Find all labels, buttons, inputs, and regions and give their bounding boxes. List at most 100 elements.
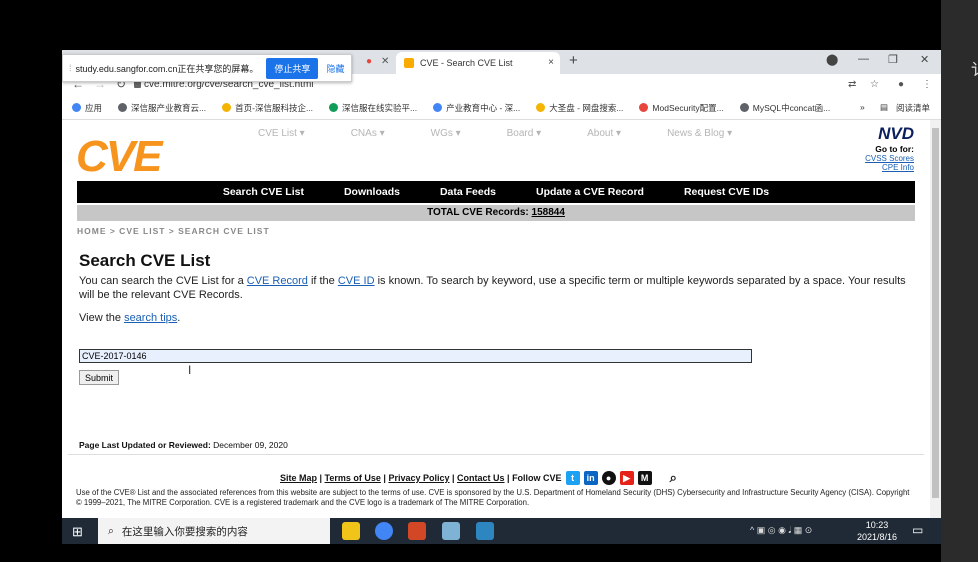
total-label: TOTAL CVE Records: — [427, 207, 529, 218]
stop-share-button[interactable]: 停止共享 — [266, 57, 319, 79]
system-tray[interactable]: ^ ▣ ◎ ◉ 𝅘𝅥 ▦ ⊙ — [750, 525, 812, 536]
cvss-scores-link[interactable]: CVSS Scores — [856, 154, 914, 163]
bookmark-item[interactable]: 大圣盘 - 网盘搜索... — [536, 102, 623, 114]
bookmark-star-icon[interactable]: ☆ — [870, 79, 879, 90]
cve-logo[interactable]: CVE — [76, 132, 162, 182]
mainnav-item[interactable]: Request CVE IDs — [684, 186, 769, 198]
minimize-icon[interactable]: — — [858, 53, 869, 65]
notification-icon[interactable]: ▭ — [912, 523, 923, 537]
page-content: CVE CVE List ▾ CNAs ▾ WGs ▾ Board ▾ About ▾ N… — [62, 120, 930, 518]
mainnav-item[interactable]: Data Feeds — [440, 186, 496, 198]
total-records: TOTAL CVE Records: 158844 — [77, 205, 915, 221]
bookmark-item[interactable]: 应用 — [72, 102, 102, 114]
page-title: Search CVE List — [79, 251, 211, 270]
clock-time: 10:23 — [865, 520, 889, 530]
bookmark-label: 大圣盘 - 网盘搜索... — [549, 102, 624, 113]
view-tips-text: View the — [79, 312, 125, 324]
contact-link[interactable]: Contact Us — [457, 473, 505, 483]
mainnav-item[interactable]: Update a CVE Record — [536, 186, 644, 198]
hide-share-button[interactable]: 隐藏 — [326, 62, 344, 75]
main-nav: Search CVE List Downloads Data Feeds Update… — [77, 181, 915, 203]
bookmark-item[interactable]: 首页-深信服科技企... — [222, 102, 313, 114]
nvd-box: NVD Go to for: CVSS Scores CPE Info — [856, 124, 914, 172]
search-tips-link[interactable]: search tips — [124, 312, 177, 324]
total-value[interactable]: 158844 — [532, 207, 565, 218]
last-updated: Page Last Updated or Reviewed: December … — [79, 440, 288, 450]
bookmark-list: 应用 深信服产业教育云... 首页-深信服科技企... 深信服在线实验平... 产业教育… — [62, 102, 846, 114]
linkedin-icon[interactable]: in — [583, 471, 598, 485]
youtube-icon[interactable]: ▶ — [619, 471, 634, 485]
topnav-item[interactable]: About ▾ — [587, 128, 621, 139]
cve-id-link[interactable]: CVE ID — [338, 275, 375, 287]
remote-app-icon[interactable] — [476, 522, 494, 540]
footer-links: Site Map | Terms of Use | Privacy Policy… — [280, 470, 677, 486]
topnav-item[interactable]: CVE List ▾ — [258, 128, 305, 139]
cpe-info-link[interactable]: CPE Info — [856, 163, 914, 172]
bookmark-label: 首页-深信服科技企... — [235, 102, 314, 113]
powerpoint-icon[interactable] — [408, 522, 426, 540]
bookmark-label: ModSecurity配置... — [652, 102, 724, 113]
topnav-item[interactable]: Board ▾ — [507, 128, 541, 139]
chrome-icon[interactable] — [375, 522, 393, 540]
github-icon[interactable]: ● — [601, 471, 616, 485]
bookmark-item[interactable]: MySQL中concat函... — [739, 102, 830, 114]
bookmark-icon — [739, 103, 749, 112]
tab-cve-search[interactable]: CVE - Search CVE List × — [396, 52, 560, 74]
clock[interactable]: 10:23 2021/8/16 — [857, 519, 897, 543]
scroll-thumb[interactable] — [932, 128, 939, 498]
updated-label: Page Last Updated or Reviewed: — [79, 440, 211, 450]
twitter-icon[interactable]: t — [565, 471, 580, 485]
tab-close-icon[interactable]: × — [548, 57, 554, 68]
bookmarks-more-icon[interactable]: » — [860, 102, 865, 112]
mainnav-item[interactable]: Downloads — [344, 186, 400, 198]
bookmark-item[interactable]: ModSecurity配置... — [639, 102, 724, 114]
menu-icon[interactable]: ⋮ — [922, 79, 932, 90]
bookmark-label: 产业教育中心 - 深... — [446, 102, 521, 113]
close-icon[interactable]: ✕ — [381, 56, 389, 67]
favicon-icon — [404, 58, 414, 68]
windows-start-icon[interactable]: ⊞ — [72, 524, 83, 540]
terms-link[interactable]: Terms of Use — [325, 473, 381, 483]
app-icon[interactable] — [442, 522, 460, 540]
topnav-item[interactable]: News & Blog ▾ — [667, 128, 732, 139]
topnav-item[interactable]: WGs ▾ — [431, 128, 461, 139]
record-icon[interactable]: ● — [366, 56, 372, 67]
nvd-logo[interactable]: NVD — [856, 124, 914, 144]
taskbar: ⊞ ⌕ 在这里输入你要搜索的内容 ^ ▣ ◎ ◉ 𝅘𝅥 ▦ ⊙ 10:23 20… — [62, 518, 941, 544]
taskbar-search[interactable]: ⌕ 在这里输入你要搜索的内容 — [98, 518, 330, 544]
bookmark-item[interactable]: 产业教育中心 - 深... — [433, 102, 520, 114]
intro-text: You can search the CVE List for a CVE Re… — [79, 274, 915, 302]
bookmark-label: 深信服在线实验平... — [342, 102, 418, 113]
top-nav: CVE List ▾ CNAs ▾ WGs ▾ Board ▾ About ▾ News … — [258, 128, 778, 139]
breadcrumb[interactable]: HOME > CVE LIST > SEARCH CVE LIST — [77, 226, 270, 236]
taskbar-search-text: 在这里输入你要搜索的内容 — [121, 525, 248, 538]
bookmark-label: 深信服产业教育云... — [131, 102, 207, 113]
search-input[interactable] — [79, 349, 752, 363]
window-close-icon[interactable]: ✕ — [920, 53, 929, 66]
file-explorer-icon[interactable] — [342, 522, 360, 540]
nvd-goto: Go to for: — [875, 144, 914, 154]
new-tab-button[interactable]: + — [569, 52, 578, 69]
bookmark-icon — [118, 103, 128, 112]
reading-list[interactable]: 阅读清单 — [896, 102, 930, 114]
profile-icon[interactable]: ● — [898, 79, 904, 90]
tab-title: CVE - Search CVE List — [420, 58, 513, 68]
search-icon[interactable]: ⌕ — [670, 470, 677, 486]
privacy-link[interactable]: Privacy Policy — [388, 473, 449, 483]
page-scrollbar[interactable] — [930, 120, 941, 518]
side-strip: 讠 — [941, 0, 978, 562]
bookmark-item[interactable]: 深信服在线实验平... — [329, 102, 417, 114]
site-map-link[interactable]: Site Map — [280, 473, 317, 483]
translate-icon[interactable]: ⇄ — [848, 79, 856, 90]
submit-button[interactable]: Submit — [79, 370, 119, 385]
medium-icon[interactable]: M — [637, 471, 652, 485]
bookmark-icon — [433, 103, 443, 112]
maximize-icon[interactable]: ❐ — [888, 53, 898, 66]
bookmark-item[interactable]: 深信服产业教育云... — [118, 102, 206, 114]
tab-search-icon[interactable]: ⬤ — [826, 53, 838, 66]
cve-record-link[interactable]: CVE Record — [247, 275, 308, 287]
mainnav-item[interactable]: Search CVE List — [223, 186, 304, 198]
grip-icon[interactable]: ⁞ — [69, 63, 72, 73]
reading-list-icon[interactable]: ▤ — [880, 102, 888, 113]
topnav-item[interactable]: CNAs ▾ — [351, 128, 385, 139]
